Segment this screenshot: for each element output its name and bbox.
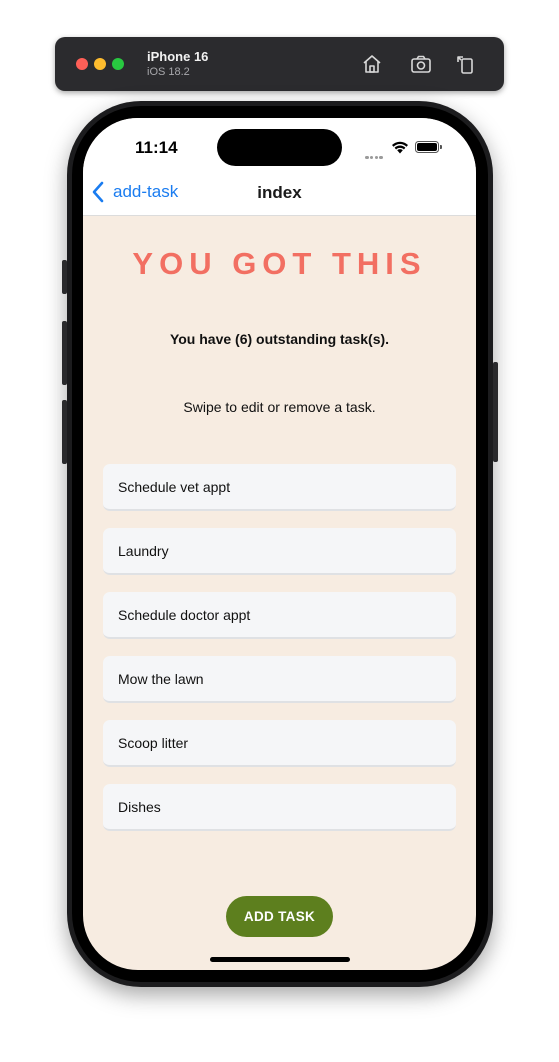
navigation-header: 11:14 add-task index <box>83 118 476 216</box>
task-count-text: You have (6) outstanding task(s). <box>169 331 390 347</box>
task-item[interactable]: Schedule doctor appt <box>103 592 456 639</box>
task-item[interactable]: Laundry <box>103 528 456 575</box>
task-item[interactable]: Schedule vet appt <box>103 464 456 511</box>
close-window-button[interactable] <box>76 58 88 70</box>
zoom-window-button[interactable] <box>112 58 124 70</box>
status-time: 11:14 <box>135 138 178 157</box>
minimize-window-button[interactable] <box>94 58 106 70</box>
screenshot-icon[interactable] <box>409 52 433 76</box>
swipe-hint: Swipe to edit or remove a task. <box>183 399 376 415</box>
task-item[interactable]: Scoop litter <box>103 720 456 767</box>
dynamic-island <box>217 129 342 166</box>
app-screen: 11:14 add-task index YOU GOT THIS You ha… <box>83 118 476 970</box>
home-indicator[interactable] <box>210 957 350 962</box>
motivational-headline: YOU GOT THIS <box>132 246 427 281</box>
task-list: Schedule vet appt Laundry Schedule docto… <box>103 464 456 848</box>
task-item[interactable]: Mow the lawn <box>103 656 456 703</box>
home-icon[interactable] <box>360 52 384 76</box>
page-title: index <box>257 183 302 202</box>
device-name: iPhone 16 <box>147 49 209 64</box>
cellular-signal-icon <box>365 146 387 159</box>
os-version: iOS 18.2 <box>147 66 190 78</box>
power-button <box>493 362 498 462</box>
battery-cap <box>440 145 442 149</box>
rotate-icon[interactable] <box>454 52 478 76</box>
action-button <box>62 260 67 294</box>
add-task-button[interactable]: ADD TASK <box>226 896 333 937</box>
volume-up-button <box>62 321 67 385</box>
task-item[interactable]: Dishes <box>103 784 456 831</box>
wifi-icon <box>392 141 408 154</box>
battery-icon <box>415 141 439 153</box>
volume-down-button <box>62 400 67 464</box>
simulator-toolbar: iPhone 16 iOS 18.2 <box>55 37 504 91</box>
